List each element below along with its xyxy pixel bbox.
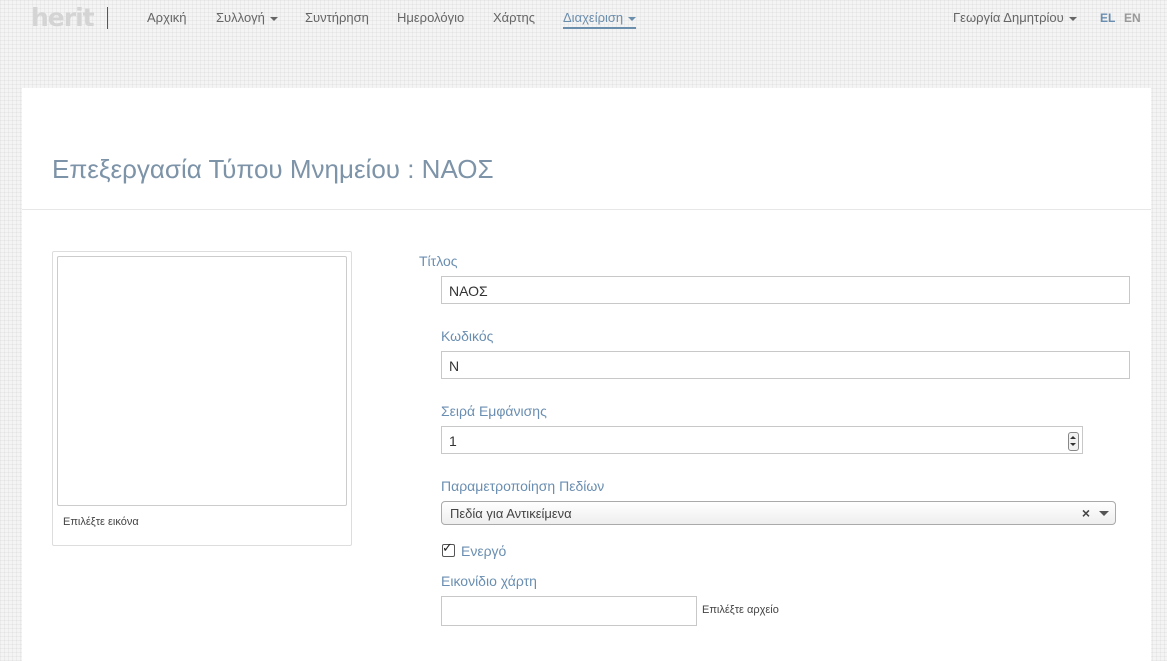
active-label: Ενεργό <box>461 543 507 559</box>
nav-home[interactable]: Αρχική <box>147 10 187 26</box>
image-preview[interactable] <box>57 256 347 506</box>
dropdown-arrow-icon[interactable] <box>1099 511 1109 516</box>
page-title: Επεξεργασία Τύπου Μνημείου : ΝΑΟΣ <box>52 154 494 184</box>
nav-collection-label: Συλλογή <box>216 10 265 25</box>
nav-map[interactable]: Χάρτης <box>493 10 535 26</box>
active-checkbox[interactable]: ✓ <box>442 540 455 557</box>
spin-up-icon[interactable] <box>1070 436 1076 439</box>
field-params-value: Πεδία για Αντικείμενα <box>450 506 572 521</box>
checkmark-icon: ✓ <box>442 540 453 555</box>
title-input[interactable]: ΝΑΟΣ <box>441 276 1130 304</box>
field-params-label: Παραμετροποίηση Πεδίων <box>441 478 605 494</box>
nav-admin[interactable]: Διαχείριση <box>563 10 637 29</box>
display-order-input[interactable]: 1 <box>441 426 1083 454</box>
choose-file-label[interactable]: Επιλέξτε αρχείο <box>702 604 779 616</box>
nav-calendar[interactable]: Ημερολόγιο <box>397 10 464 26</box>
lang-el-link[interactable]: EL <box>1100 10 1115 26</box>
caret-down-icon <box>628 16 637 21</box>
choose-image-label[interactable]: Επιλέξτε εικόνα <box>63 516 139 528</box>
user-name: Γεωργία Δημητρίου <box>953 10 1064 25</box>
logo-divider <box>107 7 108 29</box>
field-params-select[interactable]: Πεδία για Αντικείμενα × <box>441 501 1116 525</box>
clear-icon[interactable]: × <box>1082 505 1090 521</box>
map-icon-file-input[interactable] <box>441 596 697 626</box>
display-order-label: Σειρά Εμφάνισης <box>441 403 547 419</box>
user-menu[interactable]: Γεωργία Δημητρίου <box>953 10 1077 26</box>
nav-admin-label: Διαχείριση <box>563 10 624 25</box>
code-input[interactable]: N <box>441 351 1130 379</box>
title-divider <box>22 209 1151 210</box>
display-order-value: 1 <box>449 433 457 449</box>
caret-down-icon <box>1068 16 1077 21</box>
logo[interactable]: herit <box>31 5 95 31</box>
spin-down-icon[interactable] <box>1070 443 1076 446</box>
code-label: Κωδικός <box>441 328 494 344</box>
lang-en-link[interactable]: EN <box>1124 10 1141 26</box>
number-spinner[interactable] <box>1068 432 1079 451</box>
title-label: Τίτλος <box>419 253 458 269</box>
map-icon-label: Εικονίδιο χάρτη <box>441 573 537 589</box>
nav-conservation[interactable]: Συντήρηση <box>305 10 369 26</box>
top-navbar: herit Αρχική Συλλογή Συντήρηση Ημερολόγι… <box>0 0 1167 36</box>
nav-collection[interactable]: Συλλογή <box>216 10 278 26</box>
caret-down-icon <box>269 16 278 21</box>
image-upload-panel: Επιλέξτε εικόνα <box>52 251 352 546</box>
